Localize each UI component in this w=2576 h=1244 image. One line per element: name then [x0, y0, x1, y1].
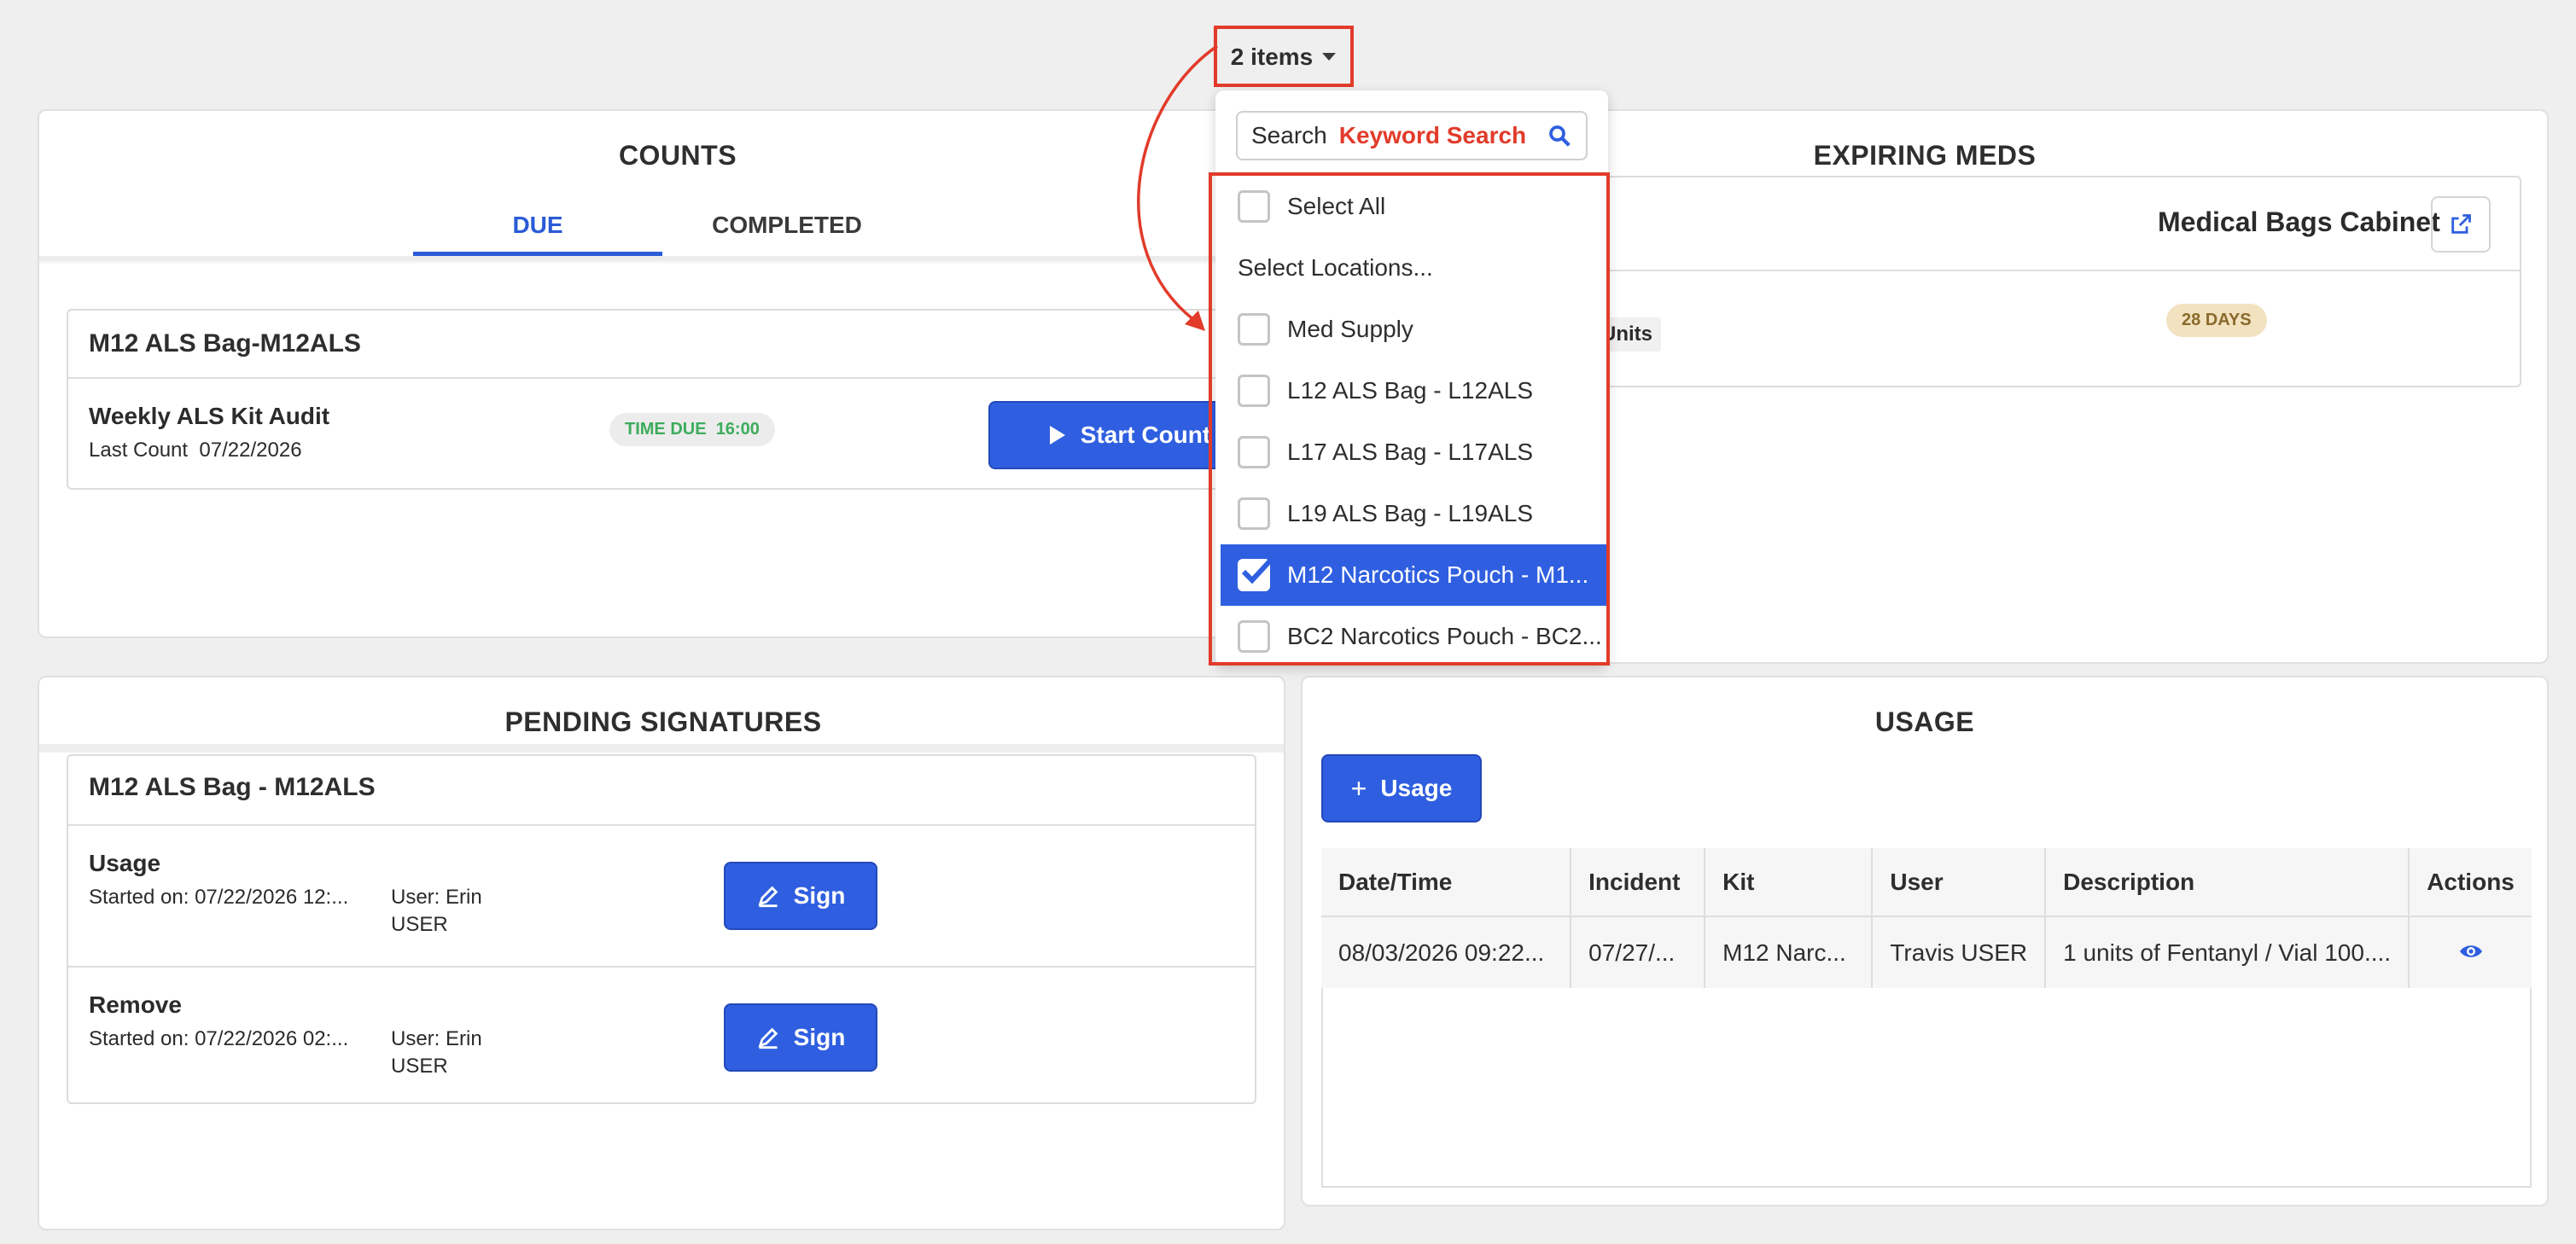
- tab-due[interactable]: DUE: [413, 212, 662, 256]
- open-external-button[interactable]: [2431, 196, 2491, 253]
- pending-kit-box: M12 ALS Bag - M12ALS Usage Started on: 0…: [67, 754, 1256, 1104]
- pending-signatures-card: PENDING SIGNATURES M12 ALS Bag - M12ALS …: [38, 676, 1285, 1230]
- cell-user: Travis USER: [1872, 916, 2047, 988]
- count-kit-name: M12 ALS Bag-M12ALS: [89, 329, 361, 358]
- column-header[interactable]: Description: [2045, 848, 2410, 917]
- signature-icon: [758, 1027, 778, 1049]
- pending-user-role: USER: [391, 1055, 448, 1078]
- signature-icon: [758, 886, 778, 908]
- add-usage-label: Usage: [1380, 775, 1453, 801]
- audit-name: Weekly ALS Kit Audit: [89, 403, 330, 429]
- last-count-label: Last Count: [89, 439, 189, 462]
- cell-kit: M12 Narc...: [1705, 916, 1874, 988]
- column-header[interactable]: Kit: [1705, 848, 1874, 917]
- play-icon: [1049, 426, 1065, 445]
- add-usage-button[interactable]: + Usage: [1321, 754, 1482, 823]
- cell-description: 1 units of Fentanyl / Vial 100....: [2045, 916, 2410, 988]
- last-count-date: 07/22/2026: [199, 439, 302, 462]
- pending-type: Remove: [89, 991, 182, 1018]
- sign-button[interactable]: Sign: [724, 1003, 877, 1072]
- table-header-row: Date/Time Incident Kit User Description …: [1321, 848, 2532, 917]
- pending-kit-name: M12 ALS Bag - M12ALS: [89, 773, 376, 801]
- plus-icon: +: [1350, 772, 1367, 804]
- pending-user: User: Erin: [391, 1027, 482, 1050]
- pending-title: PENDING SIGNATURES: [504, 706, 822, 737]
- time-due-badge: TIME DUE 16:00: [609, 413, 775, 446]
- tab-completed[interactable]: COMPLETED: [662, 212, 912, 256]
- divider: [68, 966, 1255, 968]
- usage-card: USAGE + Usage Date/Time Incident Kit Use…: [1301, 676, 2549, 1206]
- title-shadow: [39, 744, 1284, 753]
- pending-type: Usage: [89, 850, 161, 876]
- external-link-icon: [2451, 214, 2471, 234]
- divider: [68, 824, 1255, 826]
- cell-actions: [2409, 916, 2532, 988]
- count-kit-box: M12 ALS Bag-M12ALS Weekly ALS Kit Audit …: [67, 309, 1292, 490]
- pending-started: Started on: 07/22/2026 12:...: [89, 886, 349, 909]
- column-header[interactable]: Date/Time: [1321, 848, 1572, 917]
- annotation-arrow: [1137, 44, 1218, 331]
- days-badge: 28 DAYS: [2166, 304, 2267, 337]
- column-header[interactable]: User: [1872, 848, 2047, 917]
- table-row[interactable]: 08/03/2026 09:22... 07/27/... M12 Narc..…: [1321, 916, 2532, 988]
- start-count-label: Start Count: [1080, 421, 1211, 448]
- cell-datetime: 08/03/2026 09:22...: [1321, 916, 1572, 988]
- search-icon: [1549, 125, 1571, 147]
- sign-label: Sign: [793, 882, 846, 909]
- time-due-label: TIME DUE: [625, 420, 707, 439]
- pending-user: User: Erin: [391, 886, 482, 909]
- divider: [68, 377, 1291, 379]
- pending-started: Started on: 07/22/2026 02:...: [89, 1027, 349, 1050]
- annotation-highlight-options: [1209, 172, 1610, 666]
- usage-title: USAGE: [1874, 706, 1975, 737]
- last-count: Last Count 07/22/2026: [89, 439, 302, 462]
- usage-table: Date/Time Incident Kit User Description …: [1321, 848, 2532, 988]
- cabinet-name: Medical Bags Cabinet: [2158, 206, 2440, 237]
- cell-incident: 07/27/...: [1571, 916, 1706, 988]
- column-header: Actions: [2409, 848, 2532, 917]
- annotation-keyword-label: Keyword Search: [1338, 122, 1527, 148]
- sign-label: Sign: [793, 1024, 846, 1050]
- eye-icon[interactable]: [2458, 942, 2484, 961]
- time-due-value: 16:00: [715, 420, 760, 439]
- search-input[interactable]: Search Keyword Search: [1236, 111, 1588, 160]
- column-header[interactable]: Incident: [1571, 848, 1706, 917]
- sign-button[interactable]: Sign: [724, 862, 877, 930]
- pending-user-role: USER: [391, 913, 448, 936]
